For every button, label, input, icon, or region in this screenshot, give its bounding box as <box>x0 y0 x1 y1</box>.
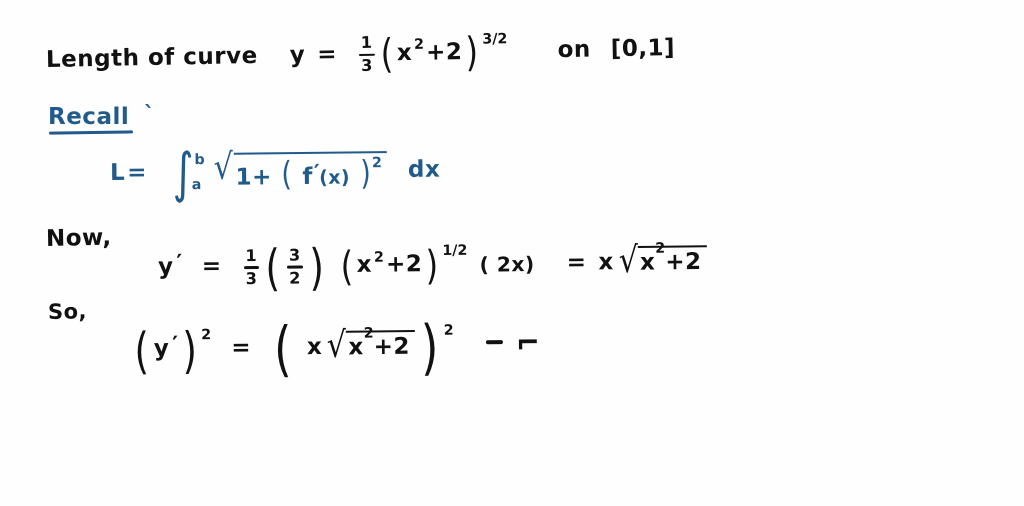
radicand: x2+2 <box>346 326 416 361</box>
coefficient-one-third: 1 3 <box>358 33 375 75</box>
trailing-incomplete-stroke: ⌐ <box>515 324 541 363</box>
integral-limits: b a <box>191 151 206 194</box>
radicand-x: x <box>639 249 656 276</box>
integral-upper-limit: b <box>194 151 206 169</box>
recall-underline <box>48 130 134 135</box>
fraction-numerator: 1 <box>360 33 373 53</box>
equals-sign: = <box>127 159 148 186</box>
paren-open-outer: ( <box>134 321 150 381</box>
radicand-x: x <box>348 334 364 361</box>
now-text: Now, <box>45 224 112 252</box>
y-variable: y <box>157 254 174 281</box>
radicand: x2+2 <box>637 241 707 276</box>
fraction-numerator: 1 <box>245 245 258 266</box>
square-root: √ 1+ ( f′(x) )2 <box>212 146 388 194</box>
integral-lower-limit: a <box>191 177 202 194</box>
paren-close-outer: ) <box>181 321 198 380</box>
base-x: x <box>396 39 413 66</box>
base-x-exponent: 2 <box>373 249 385 266</box>
problem-label: Length of curve <box>45 42 258 73</box>
handwritten-note-page: Length of curve y = 1 3 ( x2 +2 ) 3/2 on… <box>0 0 1024 506</box>
power-one-half: 1/2 <box>442 242 468 260</box>
x-letter: x <box>306 334 323 361</box>
paren-open-b: ( <box>339 243 354 290</box>
paren-close-a: ) <box>308 238 325 297</box>
equals-sign: = <box>316 41 338 68</box>
radicand-x-exponent: 2 <box>655 240 666 257</box>
radicand-plus-two: +2 <box>373 333 411 361</box>
chain-rule-factor: ( 2x) <box>479 251 535 277</box>
paren-close-b: ) <box>425 242 440 289</box>
paren-open: ( <box>379 31 394 78</box>
recall-heading-group: Recall ` <box>48 104 155 135</box>
equals-sign: = <box>231 335 252 362</box>
f-letter: f <box>302 163 314 190</box>
plus-two: +2 <box>425 38 463 66</box>
paren-open-a: ( <box>265 238 281 297</box>
fraction-denominator: 2 <box>289 268 301 288</box>
function-variable: y <box>289 41 306 68</box>
paren-close: ) <box>359 153 371 193</box>
square-root: √ x2+2 <box>325 324 416 367</box>
differential-dx: dx <box>407 156 441 184</box>
paren-close-big: ) <box>420 312 440 383</box>
result-x: x <box>598 249 614 276</box>
equals-sign-2: = <box>566 249 587 276</box>
paren-open-big: ( <box>273 314 293 385</box>
so-text: So, <box>47 299 88 324</box>
interval-notation: [0,1] <box>610 34 676 62</box>
power-three-halves: 3/2 <box>482 31 508 48</box>
one-plus: 1+ <box>235 164 272 191</box>
plus-two: +2 <box>385 251 423 278</box>
coefficient-three-halves: 3 2 <box>287 245 303 288</box>
now-label: Now, <box>45 224 112 252</box>
prime-mark: ′ <box>176 250 183 276</box>
radical-sign: √ <box>326 324 347 367</box>
arc-length-formula-line: L = ∫ b a √ 1+ ( f′(x) )2 dx <box>109 141 441 204</box>
base-x: x <box>356 251 373 279</box>
fraction-numerator: 3 <box>288 245 301 265</box>
recall-heading: Recall <box>48 104 130 130</box>
fraction-denominator: 3 <box>360 55 374 75</box>
prime-mark: ′ <box>313 160 321 186</box>
problem-statement-line: Length of curve y = 1 3 ( x2 +2 ) 3/2 on… <box>46 28 676 80</box>
squared-exponent: 2 <box>371 154 382 171</box>
definite-integral: ∫ b a <box>169 141 206 204</box>
coefficient-one-third: 1 3 <box>243 245 260 288</box>
squared-exponent-big: 2 <box>443 322 454 339</box>
radicand-plus-two: +2 <box>665 248 702 276</box>
radical-sign: √ <box>213 146 234 188</box>
y-variable: y <box>153 336 170 363</box>
fraction-denominator: 3 <box>245 268 258 288</box>
squared-exponent-outer: 2 <box>201 327 212 344</box>
L-symbol: L <box>109 160 126 187</box>
trailing-dash-mark <box>485 340 503 345</box>
base-x-exponent: 2 <box>413 36 425 54</box>
recall-colon-mark: ` <box>144 102 155 126</box>
equals-sign: = <box>201 253 222 280</box>
so-label: So, <box>47 299 88 324</box>
of-x: (x) <box>319 166 351 189</box>
paren-close: ) <box>465 29 480 76</box>
radicand: 1+ ( f′(x) )2 <box>233 151 388 194</box>
radical-sign: √ <box>618 240 639 282</box>
paren-open: ( <box>281 154 293 194</box>
on-word: on <box>557 36 592 63</box>
prime-mark: ′ <box>172 332 179 358</box>
radicand-x-exponent: 2 <box>363 325 374 342</box>
squared-derivative-line: ( y ′ ) 2 = ( x √ x2+2 ) 2 ⌐ <box>132 312 541 385</box>
derivative-line: y ′ = 1 3 ( 3 2 ) ( x2 +2 ) 1/2 ( 2x) = … <box>157 237 708 297</box>
square-root: √ x2+2 <box>617 240 707 282</box>
